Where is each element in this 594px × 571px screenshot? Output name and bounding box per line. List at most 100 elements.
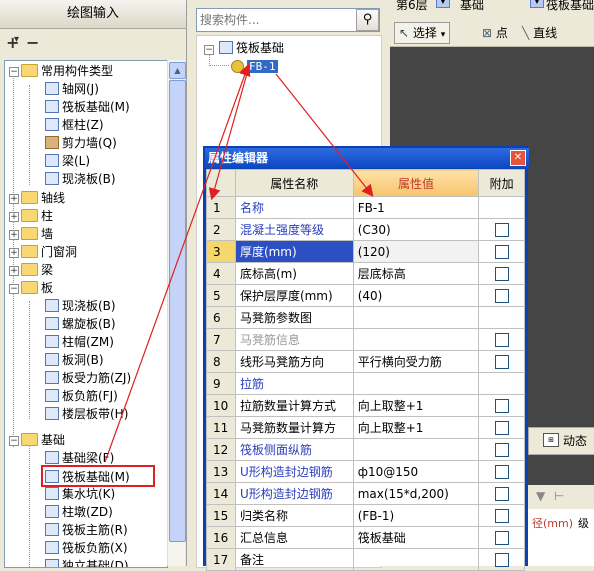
tree-item-slab-strip[interactable]: 楼层板带(H) xyxy=(45,405,128,423)
add-checkbox-cell[interactable] xyxy=(478,328,525,351)
add-checkbox-cell[interactable] xyxy=(478,482,525,505)
property-row[interactable]: 14 U形构造封边钢筋 max(15*d,200) xyxy=(206,482,525,505)
property-row[interactable]: 9 拉筋 xyxy=(206,372,525,395)
property-value[interactable]: max(15*d,200) xyxy=(352,482,480,505)
dropdown-icon[interactable]: ▼ xyxy=(530,0,544,8)
tree-node-foundation[interactable]: 基础 xyxy=(21,431,65,449)
property-value[interactable]: (FB-1) xyxy=(352,504,480,527)
point-button[interactable]: ⊠ 点 xyxy=(482,26,508,40)
property-row[interactable]: 17 备注 xyxy=(206,548,525,571)
attach-checkbox[interactable] xyxy=(494,266,509,281)
add-checkbox-cell[interactable] xyxy=(478,460,525,483)
attach-checkbox[interactable] xyxy=(494,244,509,259)
tree-node-wall[interactable]: 墙 xyxy=(21,225,53,243)
property-row[interactable]: 1 名称 FB-1 xyxy=(206,196,525,219)
property-value[interactable]: 筏板基础 xyxy=(352,526,480,549)
list-item-fb1[interactable]: FB-1 xyxy=(231,57,278,75)
expand-icon[interactable]: + xyxy=(9,248,19,258)
tree-item-axis-grid[interactable]: 轴网(J) xyxy=(45,80,99,98)
add-checkbox-cell[interactable] xyxy=(478,218,525,241)
property-value[interactable] xyxy=(352,328,480,351)
attach-checkbox[interactable] xyxy=(494,222,509,237)
tree-item-raft[interactable]: 筏板基础(M) xyxy=(45,98,130,116)
attach-checkbox[interactable] xyxy=(494,530,509,545)
attach-checkbox[interactable] xyxy=(494,354,509,369)
tree-item-spiral-slab[interactable]: 螺旋板(B) xyxy=(45,315,116,333)
property-value[interactable]: ф10@150 xyxy=(352,460,480,483)
attach-checkbox[interactable] xyxy=(494,288,509,303)
dropdown-icon[interactable]: ▼ xyxy=(436,0,450,8)
add-checkbox-cell[interactable] xyxy=(478,372,525,395)
property-row[interactable]: 10 拉筋数量计算方式 向上取整+1 xyxy=(206,394,525,417)
property-row[interactable]: 5 保护层厚度(mm) (40) xyxy=(206,284,525,307)
property-row[interactable]: 3 厚度(mm) (120) xyxy=(206,240,525,263)
add-checkbox-cell[interactable] xyxy=(478,504,525,527)
tree-item-sump[interactable]: 集水坑(K) xyxy=(45,485,115,503)
property-row[interactable]: 8 线形马凳筋方向 平行横向受力筋 xyxy=(206,350,525,373)
component-select[interactable]: 筏板基础 xyxy=(546,0,594,13)
add-checkbox-cell[interactable] xyxy=(478,262,525,285)
tree-node-opening[interactable]: 门窗洞 xyxy=(21,243,77,261)
tree-node-axis[interactable]: 轴线 xyxy=(21,189,65,207)
line-button[interactable]: ╲ 直线 xyxy=(522,26,557,40)
add-checkbox-cell[interactable] xyxy=(478,526,525,549)
property-row[interactable]: 13 U形构造封边钢筋 ф10@150 xyxy=(206,460,525,483)
add-checkbox-cell[interactable] xyxy=(478,548,525,571)
property-value[interactable]: (C30) xyxy=(352,218,480,241)
collapse-icon[interactable]: − xyxy=(9,436,19,446)
tree-item-slab-main-rebar[interactable]: 板受力筋(ZJ) xyxy=(45,369,131,387)
property-value[interactable]: 向上取整+1 xyxy=(352,416,480,439)
property-row[interactable]: 11 马凳筋数量计算方 向上取整+1 xyxy=(206,416,525,439)
property-row[interactable]: 15 归类名称 (FB-1) xyxy=(206,504,525,527)
tree-item-shear-wall[interactable]: 剪力墙(Q) xyxy=(45,134,117,152)
tree-item-slab-cast[interactable]: 现浇板(B) xyxy=(45,297,116,315)
search-input[interactable]: 搜索构件... xyxy=(200,11,259,28)
search-box[interactable]: 搜索构件... xyxy=(196,8,380,32)
attach-checkbox[interactable] xyxy=(494,420,509,435)
add-checkbox-cell[interactable] xyxy=(478,438,525,461)
property-value[interactable]: 层底标高 xyxy=(352,262,480,285)
property-row[interactable]: 7 马凳筋信息 xyxy=(206,328,525,351)
property-value[interactable]: FB-1 xyxy=(352,196,480,219)
tree-node-beam[interactable]: 梁 xyxy=(21,261,53,279)
scroll-thumb[interactable] xyxy=(169,80,186,542)
tree-node-slab[interactable]: 板 xyxy=(21,279,53,297)
select-button[interactable]: ↖ 选择 ▾ xyxy=(394,22,451,44)
tree-item-raft-main-rebar[interactable]: 筏板主筋(R) xyxy=(45,521,128,539)
attach-checkbox[interactable] xyxy=(494,442,509,457)
property-value[interactable]: 向上取整+1 xyxy=(352,394,480,417)
property-row[interactable]: 16 汇总信息 筏板基础 xyxy=(206,526,525,549)
property-row[interactable]: 2 混凝土强度等级 (C30) xyxy=(206,218,525,241)
add-checkbox-cell[interactable] xyxy=(478,284,525,307)
tree-scrollbar[interactable]: ▲ xyxy=(167,60,186,566)
add-checkbox-cell[interactable] xyxy=(478,306,525,329)
attach-checkbox[interactable] xyxy=(494,332,509,347)
add-checkbox-cell[interactable] xyxy=(478,350,525,373)
property-value[interactable] xyxy=(352,306,480,329)
expand-icon[interactable]: + xyxy=(9,194,19,204)
attach-checkbox[interactable] xyxy=(494,486,509,501)
tree-item-cast-slab[interactable]: 现浇板(B) xyxy=(45,170,116,188)
tree-node-common[interactable]: 常用构件类型 xyxy=(21,62,113,80)
add-checkbox-cell[interactable] xyxy=(478,394,525,417)
tree-item-column[interactable]: 框柱(Z) xyxy=(45,116,104,134)
close-icon[interactable]: ✕ xyxy=(510,150,526,166)
category-select[interactable]: 基础 xyxy=(460,0,484,13)
property-row[interactable]: 6 马凳筋参数图 xyxy=(206,306,525,329)
property-row[interactable]: 4 底标高(m) 层底标高 xyxy=(206,262,525,285)
dynamic-input-toggle[interactable]: ⊞ 动态 xyxy=(528,427,594,455)
tree-item-raft-neg-rebar[interactable]: 筏板负筋(X) xyxy=(45,539,128,557)
tree-item-isolated-footing[interactable]: 独立基础(D) xyxy=(45,557,129,567)
expand-icon[interactable]: + xyxy=(9,230,19,240)
attach-checkbox[interactable] xyxy=(494,552,509,567)
property-value[interactable]: (40) xyxy=(352,284,480,307)
list-root-raft[interactable]: 筏板基础 xyxy=(219,39,284,57)
property-value[interactable] xyxy=(352,438,480,461)
tree-item-slab-neg-rebar[interactable]: 板负筋(FJ) xyxy=(45,387,118,405)
add-checkbox-cell[interactable] xyxy=(478,240,525,263)
attach-checkbox[interactable] xyxy=(494,464,509,479)
attach-checkbox[interactable] xyxy=(494,508,509,523)
property-row[interactable]: 12 筏板侧面纵筋 xyxy=(206,438,525,461)
expand-icon[interactable]: + xyxy=(9,212,19,222)
collapse-icon[interactable]: − xyxy=(9,284,19,294)
